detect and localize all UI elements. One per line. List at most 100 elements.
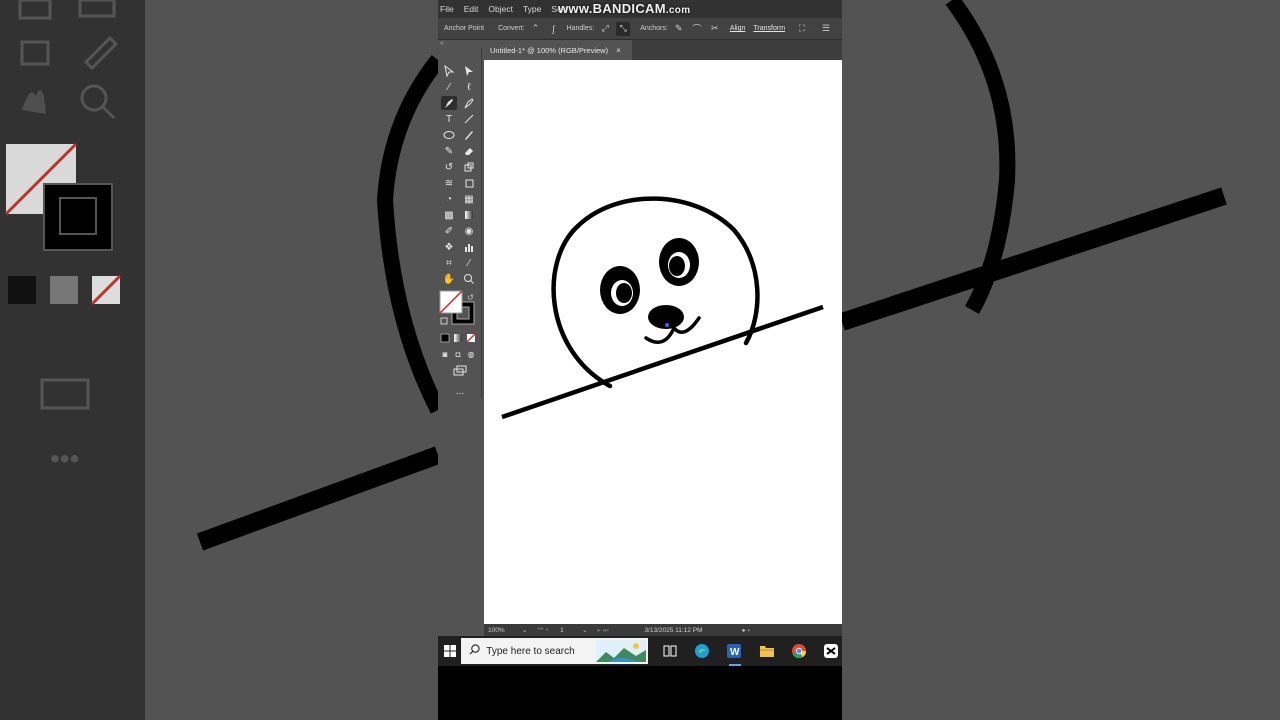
task-view-icon[interactable] xyxy=(659,640,680,662)
draw-normal-icon[interactable]: ◙ xyxy=(439,347,451,361)
symbol-sprayer-icon[interactable]: ❖ xyxy=(441,240,457,254)
align-link[interactable]: Align xyxy=(730,25,746,32)
menu-edit[interactable]: Edit xyxy=(464,4,479,14)
capcut-icon[interactable] xyxy=(821,640,842,662)
slice-icon[interactable]: ⁄ xyxy=(461,256,477,270)
background-right-artwork xyxy=(842,0,1227,331)
gradient-icon[interactable] xyxy=(461,208,477,222)
screen-mode-icon[interactable] xyxy=(450,364,470,378)
menu-object[interactable]: Object xyxy=(488,4,513,14)
word-icon[interactable]: W xyxy=(724,640,745,666)
document-tab-title: Untitled-1* @ 100% (RGB/Preview) xyxy=(490,45,609,55)
convert-smooth-icon[interactable]: ∫ xyxy=(547,22,561,36)
mesh-icon[interactable]: ▩ xyxy=(441,208,457,222)
line-icon[interactable] xyxy=(461,112,477,126)
windows-start-icon[interactable] xyxy=(438,636,461,666)
free-transform-icon[interactable] xyxy=(461,176,477,190)
search-placeholder: Type here to search xyxy=(486,645,575,657)
document-tab-bar: Untitled-1* @ 100% (RGB/Preview) × xyxy=(484,40,842,60)
status-menu-icon[interactable]: ▸ ‹ xyxy=(743,626,750,634)
edit-toolbar-icon[interactable]: ... xyxy=(450,384,470,398)
lasso-icon[interactable]: ℓ xyxy=(461,80,477,94)
watermark-suffix: .com xyxy=(665,5,691,16)
scale-icon[interactable] xyxy=(461,160,477,174)
anchors-label: Anchors: xyxy=(640,25,668,32)
svg-text:W: W xyxy=(730,647,740,658)
search-highlight-image xyxy=(595,640,646,662)
first-artboard-icon[interactable]: ⏮ ◂ xyxy=(537,626,548,634)
chrome-icon[interactable] xyxy=(788,640,809,662)
right-pupil xyxy=(669,256,685,276)
eyedropper-icon[interactable]: ✐ xyxy=(441,224,457,238)
gradient-mode-icon[interactable] xyxy=(452,331,464,345)
control-bar: Anchor Point Convert: ⌃ ∫ Handles: ⤢ ⤡ A… xyxy=(438,18,842,40)
artboard-number[interactable]: 1 xyxy=(560,627,582,634)
transform-link[interactable]: Transform xyxy=(753,25,785,32)
perspective-icon[interactable]: ▦ xyxy=(461,192,477,206)
direct-selection-icon[interactable] xyxy=(461,64,477,78)
background-zoom-left: ••• xyxy=(0,0,438,720)
hand-icon[interactable]: ✋ xyxy=(441,272,457,286)
selection-icon[interactable] xyxy=(441,64,457,78)
shape-builder-icon[interactable]: ◔ xyxy=(441,192,457,206)
cut-path-icon[interactable]: ✂ xyxy=(708,22,722,36)
panel-menu-icon[interactable]: ☰ xyxy=(819,22,833,36)
none-mode-icon[interactable] xyxy=(465,331,477,345)
zoom-level[interactable]: 100% xyxy=(488,627,522,634)
close-icon[interactable]: × xyxy=(616,46,621,55)
isolate-icon[interactable]: ⛶ xyxy=(795,22,809,36)
windows-taskbar: Type here to search W xyxy=(438,636,842,666)
head-arc xyxy=(551,196,760,389)
bandicam-watermark: www.BANDICAM.com xyxy=(558,1,690,16)
last-artboard-icon[interactable]: ▸ ⏭ xyxy=(598,626,609,635)
screen-bottom-area xyxy=(438,666,842,720)
remove-anchor-icon[interactable]: ✎ xyxy=(672,22,686,36)
warp-icon[interactable]: ≋ xyxy=(441,176,457,190)
rotate-icon[interactable]: ↺ xyxy=(441,160,457,174)
status-bar: 100% ⌄ ⏮ ◂ 1 ⌄ ▸ ⏭ 3/13/2025 11:12 PM ▸ … xyxy=(484,624,842,636)
magic-wand-icon[interactable]: ⁄ xyxy=(441,80,457,94)
connect-anchor-icon[interactable]: ⌒ xyxy=(690,22,704,36)
zoom-dropdown-icon[interactable]: ⌄ xyxy=(522,626,527,634)
status-datetime: 3/13/2025 11:12 PM xyxy=(644,626,703,634)
pen-icon[interactable] xyxy=(441,96,457,110)
menu-type[interactable]: Type xyxy=(523,4,541,14)
menu-file[interactable]: File xyxy=(440,4,454,14)
draw-inside-icon[interactable]: ◍ xyxy=(465,347,477,361)
tools-panel-grip[interactable]: « xyxy=(438,40,482,48)
ellipse-icon[interactable] xyxy=(441,128,457,142)
artwork xyxy=(501,196,824,420)
svg-text:↺: ↺ xyxy=(467,293,474,302)
canvas-area[interactable] xyxy=(484,60,842,624)
edge-icon[interactable] xyxy=(691,640,712,662)
curvature-icon[interactable] xyxy=(461,96,477,110)
document-tab[interactable]: Untitled-1* @ 100% (RGB/Preview) × xyxy=(484,40,632,60)
svg-text:•••: ••• xyxy=(50,443,79,474)
graph-icon[interactable] xyxy=(461,240,477,254)
menu-bar: File Edit Object Type Sele www.BANDICAM.… xyxy=(438,0,842,18)
file-explorer-icon[interactable] xyxy=(756,640,777,662)
artboard[interactable] xyxy=(484,60,842,624)
artboard-dropdown-icon[interactable]: ⌄ xyxy=(582,626,587,634)
watermark-main: www.BANDICAM xyxy=(558,1,666,16)
hide-handles-icon[interactable]: ⤡ xyxy=(616,21,631,36)
draw-behind-icon[interactable]: ◘ xyxy=(452,347,464,361)
blend-icon[interactable]: ◉ xyxy=(461,224,477,238)
type-icon[interactable]: T xyxy=(441,112,457,126)
eraser-icon[interactable] xyxy=(461,144,477,158)
color-mode-icon[interactable] xyxy=(439,331,451,345)
shaper-icon[interactable]: ✎ xyxy=(441,144,457,158)
fill-stroke-swatches[interactable]: ↺ xyxy=(439,290,481,330)
artboard-icon[interactable]: ⌗ xyxy=(441,256,457,270)
left-pupil xyxy=(616,283,632,303)
convert-corner-icon[interactable]: ⌃ xyxy=(529,22,543,36)
anchor-point xyxy=(665,323,669,327)
convert-label: Convert: xyxy=(498,25,525,32)
show-handles-icon[interactable]: ⤢ xyxy=(598,22,612,36)
tool-name-label: Anchor Point xyxy=(444,25,485,32)
taskbar-search[interactable]: Type here to search xyxy=(461,638,648,664)
paintbrush-icon[interactable] xyxy=(461,128,477,142)
background-left-artwork: ••• xyxy=(4,0,438,551)
zoom-icon[interactable] xyxy=(461,272,477,286)
screen: ••• File Edit Object Type Sele www.BANDI… xyxy=(0,0,1280,720)
